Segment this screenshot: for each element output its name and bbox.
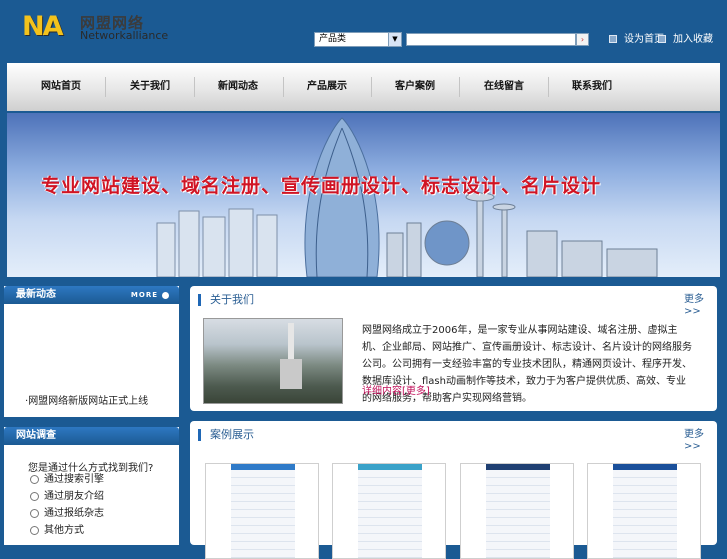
- survey-option[interactable]: 通过朋友介绍: [30, 491, 104, 503]
- home-icon: [609, 35, 617, 43]
- logo-english-name: Networkalliance: [80, 29, 169, 42]
- search-input[interactable]: [406, 33, 576, 46]
- thumb-content: [358, 470, 422, 558]
- survey-option[interactable]: 通过搜索引擎: [30, 474, 104, 486]
- survey-option-label: 通过搜索引擎: [44, 474, 104, 485]
- nav-about[interactable]: 关于我们: [106, 63, 194, 111]
- about-read-more-link[interactable]: 详细内容[更多]: [362, 386, 430, 398]
- logo-mark: NA: [22, 11, 63, 42]
- about-photo: [203, 318, 343, 404]
- cases-panel: 案例展示 更多>>: [190, 421, 717, 559]
- news-item-title: 网盟网络新版网站正式上线: [28, 396, 149, 407]
- search-button[interactable]: ›: [576, 33, 589, 46]
- search-category-select[interactable]: 产品类 ▼: [314, 32, 402, 47]
- about-more-link[interactable]: 更多>>: [684, 294, 717, 318]
- hero-banner: 专业网站建设、域名注册、宣传画册设计、标志设计、名片设计: [7, 113, 720, 277]
- search-category-value: 产品类: [319, 34, 347, 44]
- survey-option-label: 通过报纸杂志: [44, 508, 104, 519]
- section-marker: [198, 429, 201, 441]
- about-title: 关于我们: [210, 293, 254, 306]
- add-favorite-label: 加入收藏: [673, 34, 713, 45]
- plant-building-shape: [280, 359, 302, 389]
- main-nav: 网站首页 关于我们 新闻动态 产品展示 客户案例 在线留言 联系我们: [7, 63, 720, 111]
- nav-cases[interactable]: 客户案例: [371, 63, 459, 111]
- banner-slogan: 专业网站建设、域名注册、宣传画册设计、标志设计、名片设计: [41, 175, 602, 197]
- survey-option-label: 通过朋友介绍: [44, 491, 104, 502]
- survey-option[interactable]: 通过报纸杂志: [30, 508, 104, 520]
- survey-option[interactable]: 其他方式: [30, 525, 84, 537]
- cases-title: 案例展示: [210, 428, 254, 441]
- news-more-link[interactable]: MORE: [131, 290, 169, 300]
- thumb-content: [613, 470, 677, 558]
- chevron-down-icon[interactable]: ▼: [388, 33, 401, 46]
- survey-panel-title: 网站调查: [16, 430, 56, 441]
- nav-home[interactable]: 网站首页: [17, 63, 105, 111]
- news-panel-header: 最新动态 MORE: [4, 286, 179, 304]
- nav-guestbook[interactable]: 在线留言: [460, 63, 548, 111]
- favorite-icon: [658, 35, 666, 43]
- arrow-right-icon: [162, 291, 169, 299]
- news-panel: 最新动态 MORE ·网盟网络新版网站正式上线: [4, 286, 179, 417]
- add-favorite-link[interactable]: 加入收藏: [658, 34, 713, 46]
- nav-contact[interactable]: 联系我们: [548, 63, 636, 111]
- survey-option-label: 其他方式: [44, 525, 84, 536]
- radio-button[interactable]: [30, 525, 39, 535]
- nav-news[interactable]: 新闻动态: [194, 63, 282, 111]
- nav-products[interactable]: 产品展示: [283, 63, 371, 111]
- thumb-content: [486, 470, 550, 558]
- cases-more-link[interactable]: 更多>>: [684, 429, 717, 453]
- header: NA 网盟网络 Networkalliance 产品类 ▼ › 设为首页 加入收…: [0, 0, 727, 60]
- radio-button[interactable]: [30, 508, 39, 518]
- site-logo[interactable]: NA 网盟网络 Networkalliance: [22, 11, 172, 45]
- news-more-label: MORE: [130, 291, 158, 299]
- survey-panel-header: 网站调查: [4, 427, 179, 445]
- radio-button[interactable]: [30, 474, 39, 484]
- news-item[interactable]: ·网盟网络新版网站正式上线: [25, 396, 148, 408]
- news-panel-title: 最新动态: [16, 289, 56, 300]
- about-panel: 关于我们 更多>> 网盟网络成立于2006年，是一家专业从事网站建设、域名注册、…: [190, 286, 717, 411]
- thumb-content: [231, 470, 295, 558]
- section-marker: [198, 294, 201, 306]
- survey-panel: 网站调查 您是通过什么方式找到我们? 通过搜索引擎 通过朋友介绍 通过报纸杂志 …: [4, 427, 179, 545]
- radio-button[interactable]: [30, 491, 39, 501]
- set-homepage-link[interactable]: 设为首页: [609, 34, 664, 46]
